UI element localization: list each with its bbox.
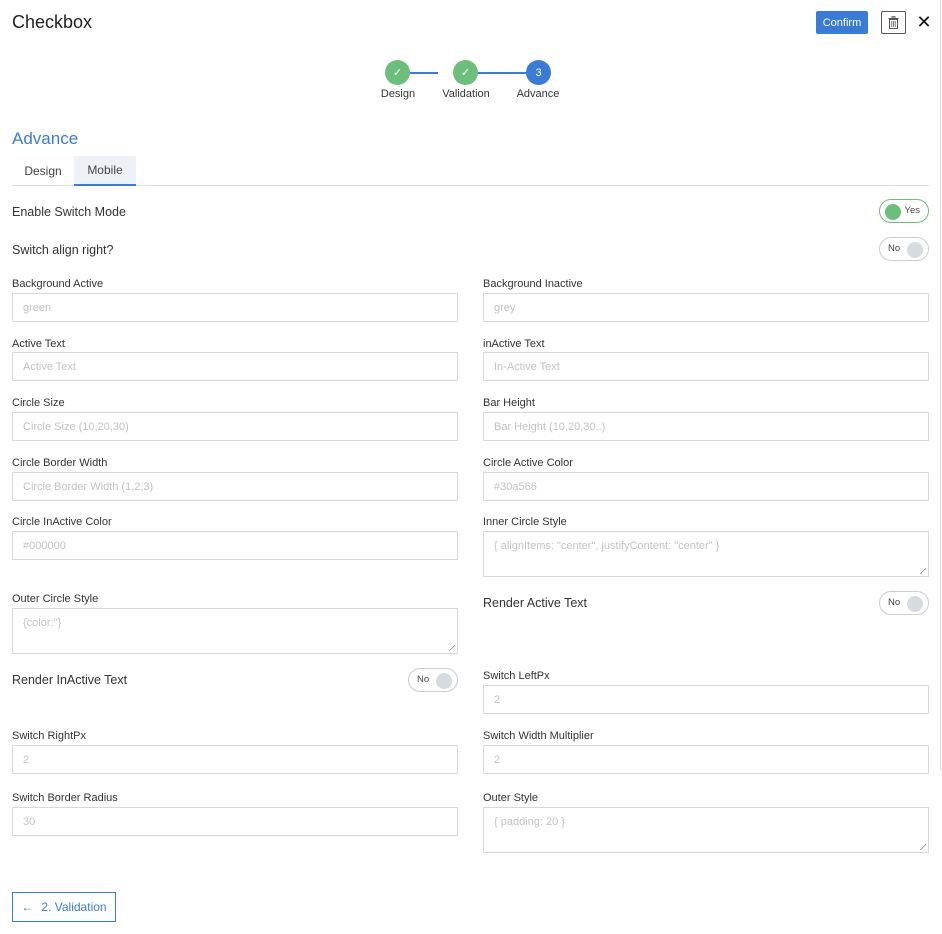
step-label-advance: Advance (516, 88, 560, 100)
stepper: ✓ Design ✓ Validation 3 Advance (370, 60, 570, 105)
resize-handle-icon[interactable] (448, 644, 455, 651)
switch-border-radius-label: Switch Border Radius (12, 792, 118, 804)
confirm-button[interactable]: Confirm (816, 11, 868, 34)
active-text-label: Active Text (12, 338, 65, 350)
bar-height-input[interactable]: Bar Height (10,20,30..) (483, 412, 929, 441)
toggle-knob (436, 673, 452, 689)
enable-switch-mode-label: Enable Switch Mode (12, 205, 126, 219)
render-active-text-label: Render Active Text (483, 596, 587, 610)
switch-right-px-input[interactable]: 2 (12, 745, 458, 774)
circle-inactive-color-label: Circle InActive Color (12, 516, 112, 528)
switch-left-px-input[interactable]: 2 (483, 685, 929, 714)
circle-active-color-label: Circle Active Color (483, 457, 573, 469)
render-active-text-toggle[interactable]: No (879, 591, 929, 615)
back-to-validation-button[interactable]: ← 2. Validation (12, 892, 116, 922)
modal-header: Checkbox Confirm ✕ (0, 0, 942, 46)
switch-align-right-toggle[interactable]: No (879, 237, 929, 261)
toggle-text: No (888, 597, 901, 608)
circle-active-color-input[interactable]: #30a566 (483, 472, 929, 501)
inactive-text-label: inActive Text (483, 338, 545, 350)
step-validation-check-icon[interactable]: ✓ (453, 60, 478, 85)
switch-width-multiplier-input[interactable]: 2 (483, 745, 929, 774)
arrow-left-icon: ← (21, 900, 34, 914)
trash-icon (888, 16, 899, 29)
outer-style-placeholder: { padding: 20 } (494, 816, 565, 828)
outer-style-label: Outer Style (483, 792, 539, 804)
switch-right-px-label: Switch RightPx (12, 730, 86, 742)
toggle-knob (907, 242, 923, 258)
inner-circle-style-textarea[interactable]: { alignItems: "center", justifyContent: … (483, 531, 929, 577)
switch-align-right-label: Switch align right? (12, 243, 114, 257)
circle-inactive-color-input[interactable]: #000000 (12, 531, 458, 560)
page-border (940, 0, 941, 770)
circle-size-input[interactable]: Circle Size (10,20,30) (12, 412, 458, 441)
inactive-text-input[interactable]: In-Active Text (483, 352, 929, 381)
tab-mobile[interactable]: Mobile (74, 156, 136, 186)
background-inactive-label: Background Inactive (483, 278, 583, 290)
step-label-validation: Validation (442, 88, 490, 100)
step-label-design: Design (380, 88, 416, 100)
render-inactive-text-label: Render InActive Text (12, 673, 128, 687)
circle-border-width-label: Circle Border Width (12, 457, 108, 469)
delete-button[interactable] (881, 11, 906, 34)
outer-circle-style-placeholder: {color:''} (23, 617, 62, 629)
inner-circle-style-placeholder: { alignItems: "center", justifyContent: … (494, 540, 720, 552)
outer-circle-style-label: Outer Circle Style (12, 593, 99, 605)
step-advance-number[interactable]: 3 (526, 60, 551, 85)
background-active-input[interactable]: green (12, 293, 458, 322)
inner-circle-style-label: Inner Circle Style (483, 516, 567, 528)
circle-border-width-input[interactable]: Circle Border Width (1,2,3) (12, 472, 458, 501)
toggle-knob (907, 596, 923, 612)
close-icon[interactable]: ✕ (914, 11, 934, 33)
resize-handle-icon[interactable] (919, 843, 926, 850)
outer-style-textarea[interactable]: { padding: 20 } (483, 807, 929, 853)
background-inactive-input[interactable]: grey (483, 293, 929, 322)
enable-switch-mode-toggle[interactable]: Yes (879, 199, 929, 223)
bar-height-label: Bar Height (483, 397, 535, 409)
section-title: Advance (12, 129, 79, 148)
toggle-text: Yes (904, 205, 921, 216)
toggle-text: No (888, 243, 901, 254)
switch-left-px-label: Switch LeftPx (483, 670, 550, 682)
outer-circle-style-textarea[interactable]: {color:''} (12, 608, 458, 654)
resize-handle-icon[interactable] (919, 567, 926, 574)
active-text-input[interactable]: Active Text (12, 352, 458, 381)
toggle-knob (885, 204, 901, 220)
back-button-label: 2. Validation (41, 900, 107, 914)
circle-size-label: Circle Size (12, 397, 65, 409)
tab-design[interactable]: Design (12, 156, 74, 186)
render-inactive-text-toggle[interactable]: No (408, 668, 458, 692)
switch-width-multiplier-label: Switch Width Multiplier (483, 730, 594, 742)
switch-border-radius-input[interactable]: 30 (12, 807, 458, 836)
page-title: Checkbox (12, 12, 93, 32)
toggle-text: No (417, 674, 430, 685)
step-design-check-icon[interactable]: ✓ (385, 60, 410, 85)
tab-bar: Design Mobile (12, 156, 929, 186)
background-active-label: Background Active (12, 278, 104, 290)
